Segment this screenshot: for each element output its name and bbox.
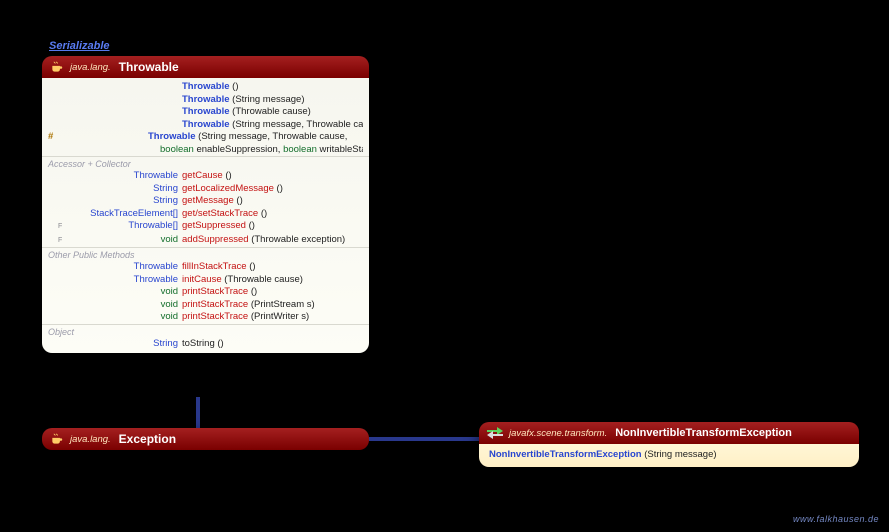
method-params: (PrintStream s) xyxy=(251,299,315,310)
constructor-row-continuation: boolean enableSuppression, boolean writa… xyxy=(42,144,369,157)
ctor-name: NonInvertibleTransformException xyxy=(489,449,642,460)
method-params: () xyxy=(261,208,267,219)
return-type: void xyxy=(64,311,182,324)
method-name: toString xyxy=(182,338,215,349)
class-header-classname: NonInvertibleTransformException xyxy=(615,427,792,439)
method-params: () xyxy=(251,286,257,297)
return-type: Throwable xyxy=(64,170,182,183)
class-header-package: javafx.scene.transform. xyxy=(509,428,607,439)
class-card-exception: java.lang. Exception xyxy=(42,428,369,450)
return-type: void xyxy=(64,234,182,247)
method-row: ThrowablegetCause () xyxy=(42,170,369,183)
constructor-row: Throwable () xyxy=(42,81,369,94)
return-type: String xyxy=(64,183,182,196)
class-card-noninvertible: javafx.scene.transform. NonInvertibleTra… xyxy=(479,422,859,467)
method-name: getLocalizedMessage xyxy=(182,183,274,194)
method-name: get/setStackTrace xyxy=(182,208,258,219)
method-params: () xyxy=(277,183,283,194)
method-params: () xyxy=(249,261,255,272)
param-name: enableSuppression, xyxy=(194,144,283,155)
class-header-exception: java.lang. Exception xyxy=(42,428,369,450)
ctor-params: (String message, Throwable cause) xyxy=(232,119,363,130)
serializable-label: Serializable xyxy=(49,40,110,52)
visibility-modifier: # xyxy=(48,131,58,144)
method-params: (Throwable cause) xyxy=(224,274,303,285)
class-header-package: java.lang. xyxy=(70,434,111,445)
return-type: void xyxy=(64,299,182,312)
section-label-other: Other Public Methods xyxy=(42,247,369,261)
return-type: void xyxy=(64,286,182,299)
method-row: ThrowableinitCause (Throwable cause) xyxy=(42,274,369,287)
class-body-noninvertible: NonInvertibleTransformException (String … xyxy=(479,444,859,467)
param-name: writableStackTrace) xyxy=(317,144,363,155)
method-name: printStackTrace xyxy=(182,299,248,310)
method-params: () xyxy=(249,220,255,231)
return-type: StackTraceElement[] xyxy=(64,208,182,221)
return-type: Throwable xyxy=(64,274,182,287)
ctor-params: (String message) xyxy=(644,449,716,460)
method-params: () xyxy=(225,170,231,181)
ctor-name: Throwable xyxy=(182,119,230,130)
return-type: String xyxy=(64,195,182,208)
coffee-cup-icon xyxy=(50,60,64,74)
constructor-row: Throwable (Throwable cause) xyxy=(42,106,369,119)
class-header-classname: Exception xyxy=(119,432,176,446)
class-header-classname: Throwable xyxy=(119,60,179,74)
method-name: getSuppressed xyxy=(182,220,246,231)
method-row: StringgetMessage () xyxy=(42,195,369,208)
method-row: voidprintStackTrace (PrintStream s) xyxy=(42,299,369,312)
ctor-params: (String message, Throwable cause, xyxy=(198,131,347,142)
method-name: initCause xyxy=(182,274,222,285)
method-params: (PrintWriter s) xyxy=(251,311,309,322)
method-name: getMessage xyxy=(182,195,234,206)
return-type: Throwable[] xyxy=(64,220,182,233)
return-type: String xyxy=(64,338,182,351)
section-label-accessor: Accessor + Collector xyxy=(42,156,369,170)
method-name: fillInStackTrace xyxy=(182,261,247,272)
method-name: printStackTrace xyxy=(182,286,248,297)
return-type: Throwable xyxy=(64,261,182,274)
method-row: StringgetLocalizedMessage () xyxy=(42,183,369,196)
constructor-row: Throwable (String message) xyxy=(42,94,369,107)
ctor-params: () xyxy=(232,81,238,92)
param-type: boolean xyxy=(283,144,317,155)
method-params: () xyxy=(236,195,242,206)
method-row: FThrowable[]getSuppressed () xyxy=(42,220,369,234)
method-row: FvoidaddSuppressed (Throwable exception) xyxy=(42,234,369,248)
method-name: addSuppressed xyxy=(182,234,249,245)
ctor-params: (String message) xyxy=(232,94,304,105)
class-header-throwable: java.lang. Throwable xyxy=(42,56,369,78)
method-row: StringtoString () xyxy=(42,338,369,351)
constructor-row: # Throwable (String message, Throwable c… xyxy=(42,131,369,144)
class-card-throwable: java.lang. Throwable Throwable () Throwa… xyxy=(42,56,369,353)
transform-icon xyxy=(487,427,503,439)
constructor-row: NonInvertibleTransformException (String … xyxy=(479,447,859,464)
section-label-object: Object xyxy=(42,324,369,338)
coffee-cup-icon xyxy=(50,432,64,446)
constructor-row: Throwable (String message, Throwable cau… xyxy=(42,119,369,132)
param-type: boolean xyxy=(160,144,194,155)
ctor-name: Throwable xyxy=(148,131,196,142)
method-row: ThrowablefillInStackTrace () xyxy=(42,261,369,274)
method-params: (Throwable exception) xyxy=(251,234,345,245)
inheritance-connector xyxy=(369,437,479,441)
method-params: () xyxy=(217,338,223,349)
method-row: voidprintStackTrace () xyxy=(42,286,369,299)
watermark: www.falkhausen.de xyxy=(793,514,879,524)
method-name: getCause xyxy=(182,170,223,181)
ctor-name: Throwable xyxy=(182,106,230,117)
class-header-noninvertible: javafx.scene.transform. NonInvertibleTra… xyxy=(479,422,859,444)
method-row: StackTraceElement[]get/setStackTrace () xyxy=(42,208,369,221)
class-body-throwable: Throwable () Throwable (String message) … xyxy=(42,78,369,353)
method-row: voidprintStackTrace (PrintWriter s) xyxy=(42,311,369,324)
method-name: printStackTrace xyxy=(182,311,248,322)
ctor-params: (Throwable cause) xyxy=(232,106,311,117)
class-header-package: java.lang. xyxy=(70,62,111,73)
ctor-name: Throwable xyxy=(182,81,230,92)
inheritance-connector xyxy=(196,397,200,428)
ctor-name: Throwable xyxy=(182,94,230,105)
